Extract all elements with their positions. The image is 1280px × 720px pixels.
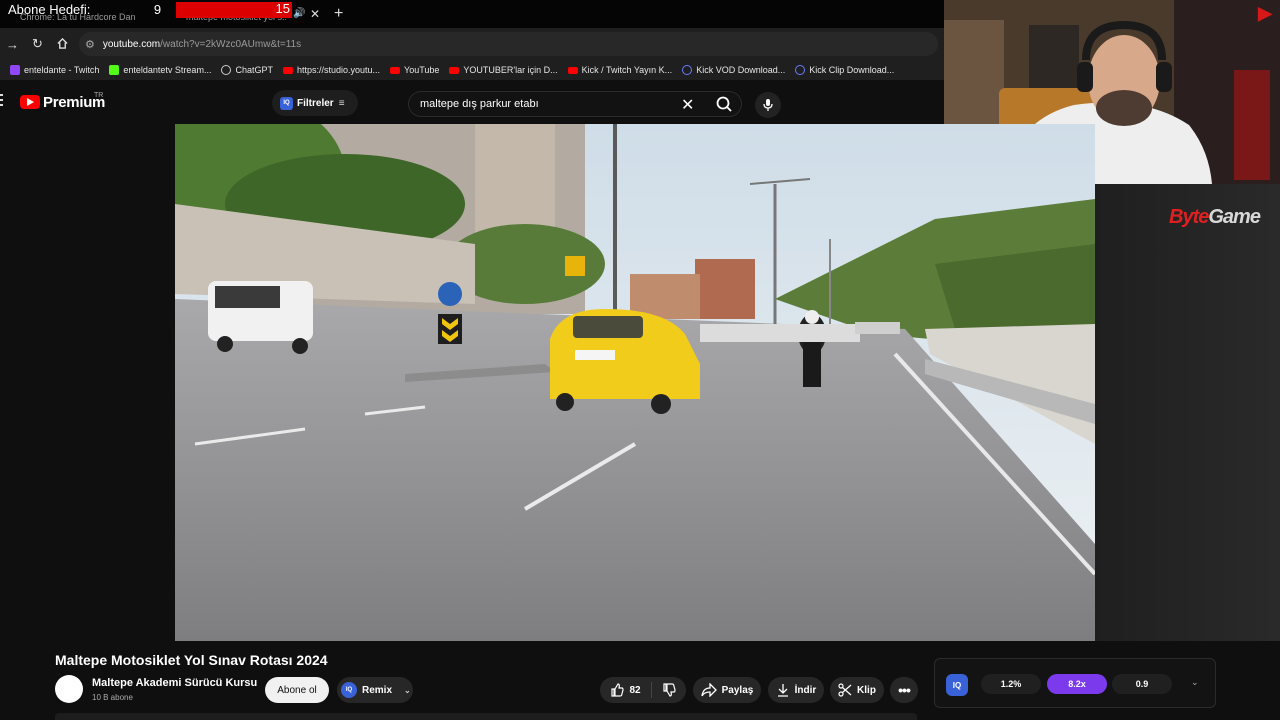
bookmark-item[interactable]: YouTube — [390, 65, 439, 75]
channel-subscriber-count: 10 B abone — [92, 693, 133, 702]
search-query: maltepe dış parkur etabı — [420, 98, 539, 110]
iq-stat-1: 1.2% — [981, 674, 1041, 694]
thumbs-down-icon — [662, 683, 676, 697]
share-icon — [700, 683, 717, 697]
url-domain: youtube.com — [102, 38, 161, 50]
youtube-icon — [390, 66, 401, 74]
tune-icon: ≡ — [338, 97, 345, 109]
subscriber-current-count: 9 — [153, 2, 162, 17]
like-button[interactable]: 82 — [610, 682, 652, 698]
url-path: /watch?v=2kWzc0AUmw&t=11s — [160, 38, 302, 50]
video-frame — [175, 124, 1095, 641]
bookmark-item[interactable]: https://studio.youtu... — [282, 65, 380, 75]
new-tab-icon[interactable]: + — [334, 5, 343, 23]
chatgpt-icon — [221, 65, 232, 75]
home-icon[interactable] — [50, 37, 75, 52]
iq-stat-3: 0.9 — [1112, 674, 1172, 694]
description-box-edge — [55, 713, 917, 720]
download-site-icon — [795, 65, 806, 75]
iq-logo-icon[interactable]: IQ — [946, 674, 968, 696]
bookmark-item[interactable]: Kick / Twitch Yayın K... — [567, 65, 672, 75]
bookmark-item[interactable]: YOUTUBER'lar için D... — [449, 65, 558, 75]
live-indicator-icon: ▶ — [1258, 3, 1272, 23]
download-button[interactable]: İndir — [768, 677, 824, 703]
search-icon[interactable] — [709, 94, 739, 114]
remix-button[interactable]: IQ Remix ⌄ — [337, 677, 413, 703]
youtube-icon — [282, 66, 293, 74]
youtube-icon — [449, 66, 460, 74]
left-gutter — [0, 124, 175, 641]
bookmark-item[interactable]: Kick VOD Download... — [682, 65, 785, 75]
stream-side-panel: ByteGame — [1095, 184, 1280, 641]
tab-close-icon[interactable]: ✕ — [310, 7, 320, 21]
thumbs-up-icon — [611, 683, 625, 697]
site-settings-icon[interactable]: ⚙ — [85, 38, 95, 51]
url-field[interactable]: ⚙ youtube.com/watch?v=2kWzc0AUmw&t=11s — [79, 32, 938, 56]
iq-icon: IQ — [341, 682, 357, 698]
clip-label: Klip — [857, 684, 876, 696]
bookmark-item[interactable]: enteldante - Twitch — [10, 65, 99, 75]
clip-button[interactable]: Klip — [830, 677, 884, 703]
subscriber-target-count: 15 — [275, 1, 290, 16]
subscriber-goal-widget: Abone Hedefi: 9 — [0, 0, 175, 19]
bookmarks-bar: enteldante - Twitch enteldantetv Stream.… — [0, 60, 944, 80]
iq-icon: IQ — [280, 96, 293, 110]
more-actions-button[interactable]: ••• — [890, 677, 918, 703]
bookmark-item[interactable]: enteldantetv Stream... — [109, 65, 211, 75]
filters-button[interactable]: IQ Filtreler ≡ — [272, 90, 358, 116]
subscriber-goal-label: Abone Hedefi: — [8, 2, 91, 17]
tab-audio-icon[interactable]: 🔊 — [293, 8, 305, 19]
stream-brand-logo: ByteGame — [1169, 206, 1261, 228]
menu-icon[interactable] — [0, 94, 4, 110]
youtube-header: Premium TR IQ Filtreler ≡ maltepe dış pa… — [0, 80, 944, 124]
reload-icon[interactable]: ↻ — [25, 36, 50, 52]
browser-tab-bar: Chrome: La tu Hardcore Dandon maltepe mo… — [0, 0, 944, 28]
filters-label: Filtreler — [297, 97, 334, 109]
microphone-icon[interactable] — [755, 92, 781, 118]
region-code: TR — [94, 92, 104, 99]
iq-stats-panel: IQ 1.2% 8.2x 0.9 ⌄ — [934, 658, 1216, 708]
chevron-down-icon[interactable]: ⌄ — [1191, 677, 1199, 688]
iq-stat-2: 8.2x — [1047, 674, 1107, 694]
more-icon: ••• — [898, 682, 911, 698]
channel-name[interactable]: Maltepe Akademi Sürücü Kursu — [92, 677, 257, 689]
dislike-button[interactable] — [652, 683, 676, 697]
download-icon — [777, 684, 788, 697]
bookmark-item[interactable]: Kick Clip Download... — [795, 65, 894, 75]
youtube-icon — [567, 66, 578, 74]
scissors-icon — [838, 683, 852, 697]
youtube-logo-icon[interactable] — [20, 95, 40, 109]
video-player[interactable] — [175, 124, 1095, 641]
download-site-icon — [682, 65, 693, 75]
browser-address-bar: → ↻ ⚙ youtube.com/watch?v=2kWzc0AUmw&t=1… — [0, 28, 944, 60]
download-label: İndir — [794, 684, 817, 696]
subscribe-button[interactable]: Abone ol — [265, 677, 329, 703]
like-count: 82 — [629, 684, 641, 696]
bookmark-item[interactable]: ChatGPT — [221, 65, 273, 75]
clear-icon[interactable]: ✕ — [681, 95, 694, 115]
chevron-down-icon[interactable]: ⌄ — [404, 686, 411, 695]
like-dislike-group: 82 — [600, 677, 686, 703]
search-input[interactable]: maltepe dış parkur etabı ✕ — [408, 91, 742, 117]
video-meta-section: Maltepe Motosiklet Yol Sınav Rotası 2024… — [0, 641, 1280, 720]
forward-icon[interactable]: → — [0, 37, 25, 52]
twitch-icon — [10, 65, 20, 75]
share-label: Paylaş — [721, 684, 754, 696]
share-button[interactable]: Paylaş — [693, 677, 761, 703]
video-title: Maltepe Motosiklet Yol Sınav Rotası 2024 — [55, 652, 328, 668]
kick-icon — [109, 65, 120, 75]
channel-avatar[interactable] — [55, 675, 83, 703]
remix-label: Remix — [362, 684, 393, 696]
